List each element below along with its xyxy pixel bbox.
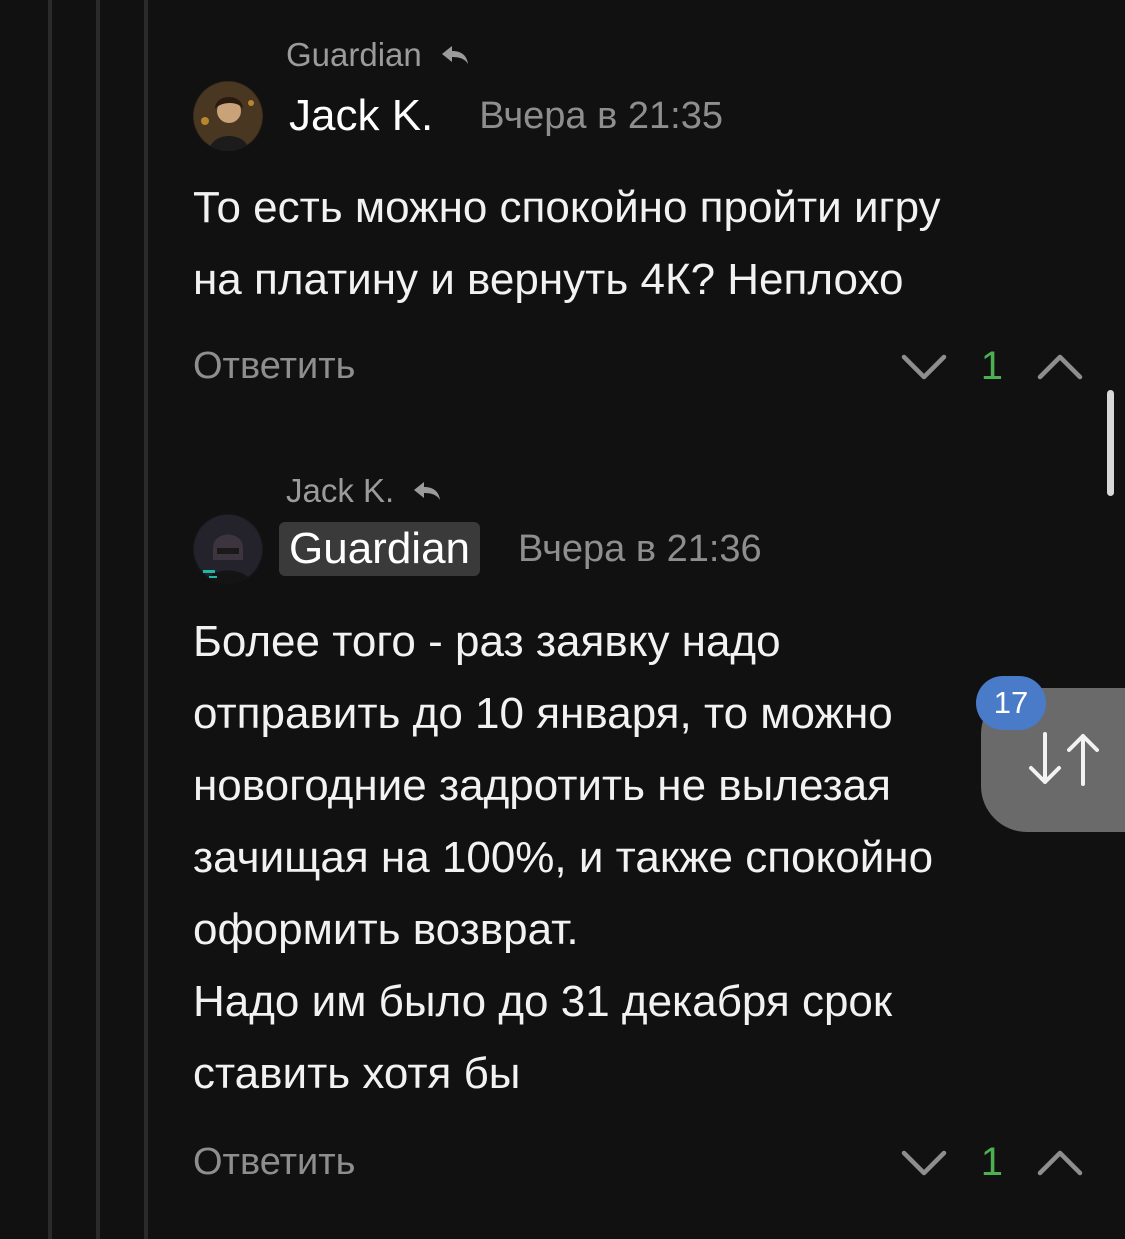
vote-score: 1	[980, 1140, 1003, 1184]
comment-text: Более того - раз заявку надо отправить д…	[193, 606, 1073, 1110]
vote-control: 1	[901, 1140, 1083, 1185]
text-line: отправить до 10 января, то можно	[193, 689, 893, 738]
reply-to-author: Jack K.	[286, 472, 395, 509]
text-line: Надо им было до 31 декабря срок	[193, 977, 893, 1026]
comment-time: Вчера в 21:36	[518, 527, 762, 570]
reply-to[interactable]: Jack K.	[286, 472, 442, 510]
reply-button[interactable]: Ответить	[193, 1141, 355, 1184]
text-line: Более того - раз заявку надо	[193, 617, 781, 666]
text-line: оформить возврат.	[193, 905, 579, 954]
thread-line	[144, 0, 148, 1239]
reply-arrow-icon	[414, 482, 441, 500]
author-name[interactable]: Guardian	[279, 522, 481, 576]
upvote-icon[interactable]	[1037, 1148, 1083, 1178]
avatar[interactable]	[193, 514, 263, 584]
text-line: зачищая на 100%, и также спокойно	[193, 833, 934, 882]
scrollbar[interactable]	[1107, 390, 1114, 496]
thread-line	[96, 0, 100, 1239]
thread-line	[48, 0, 52, 1239]
text-line: ставить хотя бы	[193, 1049, 521, 1098]
downvote-icon[interactable]	[901, 1148, 947, 1178]
sort-arrows-icon	[1029, 732, 1099, 786]
comment: Jack K. Guardian Вчера в 21:36 Более тог…	[193, 0, 1093, 1239]
unread-count-badge: 17	[976, 676, 1046, 730]
text-line: новогодние задротить не вылезая	[193, 761, 891, 810]
